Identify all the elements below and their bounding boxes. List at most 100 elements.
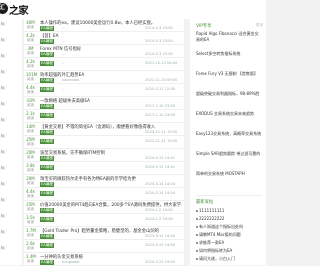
vip-item[interactable]: Rapid Algo Fibonacci 适合黄金交易的EA (196, 31, 262, 42)
view-count-label: 阅读 (26, 168, 35, 172)
thread-row[interactable]: 1.7M 阅读 【Gold Trader Pro】趋势量金策略，稳健型的，基金金山剑… (24, 227, 184, 240)
thread-row[interactable]: 4.2k 阅读 【首】EA EA编程… 2014-5-3 23:00 (24, 32, 184, 45)
view-count-label: 阅读 (26, 233, 35, 237)
category-tag[interactable]: EA编程 (40, 39, 54, 44)
thread-row[interactable]: 25M 阅读 EA编程 2021-11-11 15:00 (24, 136, 184, 149)
category-tag[interactable]: EA编程 (40, 61, 54, 66)
thread-row[interactable]: 20M 阅读 波型交易系统，先不确保RTM控制 EA编程 2024-9-13 14:41 (24, 149, 184, 162)
category-tag[interactable]: EA编程 (40, 191, 54, 196)
vip-item[interactable]: 超级突破交易利器指标，98-89%胜 (196, 91, 262, 97)
latest-item[interactable]: 1111111111 (196, 208, 262, 214)
category-tag[interactable]: EA编程 (40, 26, 54, 31)
sidebar-item[interactable]: 标 (1, 38, 5, 43)
left-sidebar: 标标标标标标标标标标标标标标标 (0, 19, 22, 265)
sidebar-item[interactable]: 标 (1, 86, 5, 91)
sidebar-item[interactable]: 标 (1, 118, 5, 123)
sidebar-item[interactable]: 标 (1, 102, 5, 107)
thread-date: 2024-1-2 10:00 (145, 217, 173, 221)
latest-item[interactable]: 求推荐一款EA (196, 240, 262, 246)
view-count: 3.5k 阅读 (26, 215, 35, 226)
thread-author[interactable]: … (62, 87, 66, 92)
category-tag[interactable]: EA编程 (40, 208, 54, 213)
thread-date: 2024-9-13 14:41 (145, 165, 176, 169)
category-tag[interactable]: EA编程 (40, 182, 54, 187)
view-count: 20M 阅读 (26, 150, 35, 161)
category-tag[interactable]: EA编程 (40, 104, 54, 109)
thread-meta: EA编程 2023-9-15 14:40 (40, 243, 182, 249)
thread-date: 2024-3-14 14:04 (145, 182, 176, 186)
thread-row[interactable]: 40M 阅读 本人操作的ea，建议10000美金运行0.8w，本人已经实盘。 EA编程… (24, 19, 184, 32)
thread-row[interactable]: 4.2k 阅读 EA编程 … 2021-10-13 04:40 (24, 58, 184, 71)
logo-icon[interactable]: 汇 (0, 3, 8, 14)
category-tag[interactable]: EA编程 (40, 260, 54, 265)
thread-row[interactable]: 3.8k 阅读 EA编程 2024-9-13 14:41 (24, 162, 184, 175)
latest-section-title: 最新发帖 (196, 200, 214, 205)
vip-item[interactable]: Select多空转势指标系统 (196, 51, 262, 57)
thread-author[interactable]: hungsakit (62, 260, 80, 265)
category-tag[interactable]: EA编程 (40, 113, 54, 118)
sidebar-item[interactable]: 标 (1, 54, 5, 59)
latest-item[interactable]: 请教MT4 Mac版的问题 (196, 232, 262, 238)
thread-row[interactable]: 101M 阅读 效率超强的外汇趋势EA EA编程 vaionvaio 2021-11-20… (24, 71, 184, 84)
view-count-label: 阅读 (26, 129, 35, 133)
sidebar-item[interactable]: 标 (1, 214, 5, 219)
category-tag[interactable]: EA编程 (40, 217, 54, 222)
sidebar-item[interactable]: 标 (1, 150, 5, 155)
vip-item[interactable]: Easy123交易系统，高概率交易系统 (196, 131, 262, 137)
thread-date: 2014-5-3 23:00 (145, 39, 173, 43)
thread-date: 2024-1-2 10:00 (145, 208, 173, 212)
thread-row[interactable]: 20M 阅读 淘宝买的微软热尔走手有各为特EA剧的示学结为更 EA编程 2024-3-1… (24, 175, 184, 188)
latest-item[interactable]: 如何将指标转为EA (196, 248, 262, 254)
category-tag[interactable]: EA编程 (40, 165, 54, 170)
sidebar-item[interactable]: 标 (1, 22, 5, 27)
sidebar-item[interactable]: 标 (1, 134, 5, 139)
thread-row[interactable]: 2.6k 阅读 EA编程 2023-9-15 14:40 (24, 240, 184, 253)
thread-author[interactable]: … (62, 39, 66, 44)
vip-item[interactable]: 简单的交易系统 MOSTAPH (196, 171, 262, 177)
view-count: 1.4M 阅读 (26, 254, 36, 265)
view-count: 4.2k 阅读 (26, 59, 35, 70)
view-count-label: 阅读 (26, 38, 35, 42)
sidebar-item[interactable]: 标 (1, 198, 5, 203)
site-logo-text[interactable]: 之家 (9, 2, 29, 17)
thread-row[interactable]: 31M 阅读 一款网格 超级失去高级EA EA编程 2017-1-10 23:00 (24, 97, 184, 110)
sidebar-item[interactable]: 标 (1, 70, 5, 75)
category-tag[interactable]: EA编程 (40, 87, 54, 92)
category-tag[interactable]: EA编程 (40, 156, 54, 161)
view-count: 20M 阅读 (26, 176, 35, 187)
thread-row[interactable]: 4.4k 阅读 EA编程 2024-3-14 14:04 (24, 188, 184, 201)
thread-author[interactable]: … (62, 61, 66, 66)
sidebar-item[interactable]: 标 (1, 182, 5, 187)
category-tag[interactable]: EA编程 (40, 234, 54, 239)
latest-item[interactable]: 有人知道这个指标出处吗 (196, 224, 262, 230)
thread-author[interactable]: vaionvaio (62, 78, 79, 83)
vip-item[interactable]: EXODUS 交易系统交易未来趋势 (196, 111, 262, 117)
sidebar-item[interactable]: 标 (1, 166, 5, 171)
thread-row[interactable]: 3.5k 阅读 EA编程 2024-1-2 10:00 (24, 214, 184, 227)
thread-row[interactable]: 14M 阅读 【黄金交易】不错的简化EA（含源码），顺便看好像值得收入 EA编程 202… (24, 123, 184, 136)
category-tag[interactable]: EA编程 (40, 130, 54, 135)
thread-meta: EA编程 2024-1-2 10:00 (40, 217, 182, 223)
category-tag[interactable]: EA编程 (40, 52, 54, 57)
latest-item[interactable]: 2222222222 (196, 216, 262, 222)
thread-meta: EA编程 … 2025-5-17 12:00 (40, 87, 182, 93)
thread-date: 2021-11-20 09:00 (145, 78, 178, 82)
category-tag[interactable]: EA编程 (40, 243, 54, 248)
category-tag[interactable]: EA编程 (40, 78, 54, 83)
thread-row[interactable]: 3M 阅读 Forex MTN 信号指标 EA编程… 2014-5-3 23:00 (24, 45, 184, 58)
view-count-label: 阅读 (26, 246, 35, 250)
vip-more-link[interactable]: 更多 (256, 23, 263, 28)
sidebar-item[interactable]: 标 (1, 246, 5, 251)
latest-item[interactable]: 请问大佬，小白入门 (196, 256, 262, 262)
thread-author[interactable]: … (62, 26, 66, 31)
thread-row[interactable]: 2.1k 阅读 EA编程 2017-1-10 23:00 (24, 110, 184, 123)
thread-row[interactable]: 1.4M 阅读 一分钟的头金交易系统 EA编程 hungsakit 2024-3-23 1… (24, 253, 184, 266)
thread-row[interactable]: 4.4k 阅读 EA编程 … 2025-5-17 12:00 (24, 84, 184, 97)
category-tag[interactable]: EA编程 (40, 139, 54, 144)
sidebar-item[interactable]: 标 (1, 230, 5, 235)
vip-item[interactable]: Forex Fury V3 无限制 【首售版】 (196, 71, 262, 77)
vip-item[interactable]: Simple SAR趋势跟踪 带过滤可靠的 (196, 151, 262, 157)
thread-author[interactable]: … (62, 52, 66, 57)
thread-row[interactable]: 25M 阅读 价值20000美金的MT4趋向EA合集，200多个EA源码免费提供，供… (24, 201, 184, 214)
bullet-icon (196, 226, 198, 228)
